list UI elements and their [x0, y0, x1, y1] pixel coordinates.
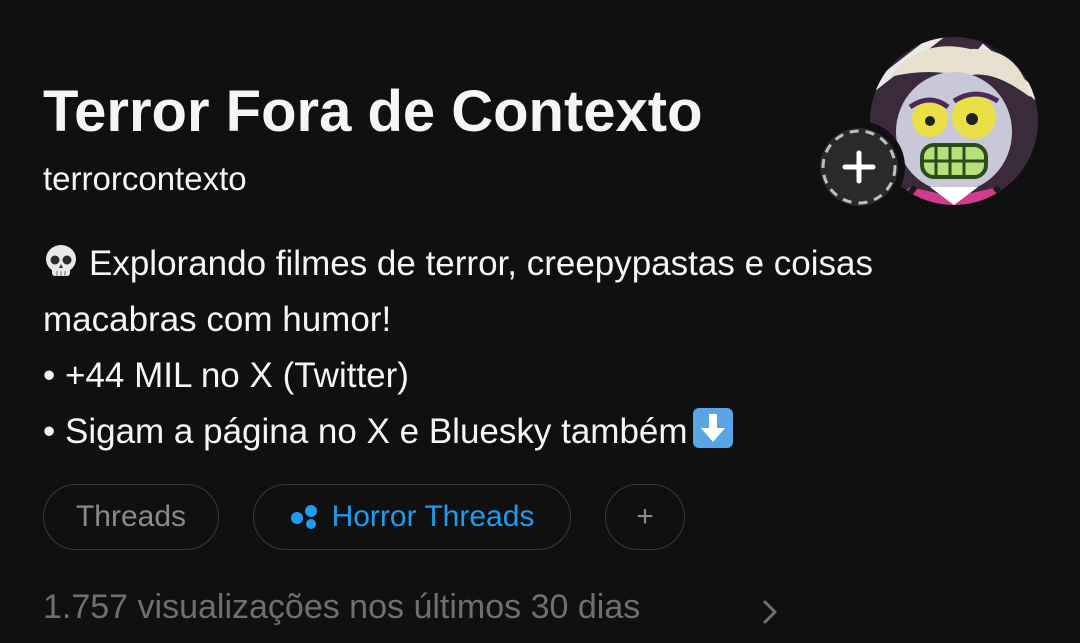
community-icon [290, 505, 317, 529]
horror-threads-chip-label: Horror Threads [331, 500, 535, 533]
add-link-chip-label: + [636, 500, 654, 533]
bio-text-line-1: Explorando filmes de terror, creepypasta… [89, 244, 873, 283]
bio-text-line-4: • Sigam a página no X e Bluesky também [43, 412, 688, 451]
threads-chip-label: Threads [75, 500, 187, 533]
chevron-right-icon[interactable] [760, 597, 780, 627]
bio-line-1: Explorando filmes de terror, creepypasta… [43, 236, 1003, 292]
profile-display-name: Terror Fora de Contexto [43, 79, 703, 144]
horror-threads-chip[interactable]: Horror Threads [253, 484, 571, 550]
bio-line-3: • +44 MIL no X (Twitter) [43, 356, 409, 395]
add-profile-button[interactable] [813, 121, 905, 213]
views-insight-link[interactable]: 1.757 visualizações nos últimos 30 dias [43, 588, 640, 627]
profile-username[interactable]: terrorcontexto [43, 160, 247, 198]
threads-chip[interactable]: Threads [43, 484, 219, 550]
add-link-chip[interactable]: + [605, 484, 685, 550]
plus-icon [821, 129, 897, 205]
bio-line-4: • Sigam a página no X e Bluesky também [43, 404, 1003, 460]
down-arrow-emoji-icon [692, 408, 733, 448]
skull-emoji-icon [46, 245, 76, 276]
profile-bio: Explorando filmes de terror, creepypasta… [43, 236, 1003, 460]
bio-line-2: macabras com humor! [43, 300, 392, 339]
